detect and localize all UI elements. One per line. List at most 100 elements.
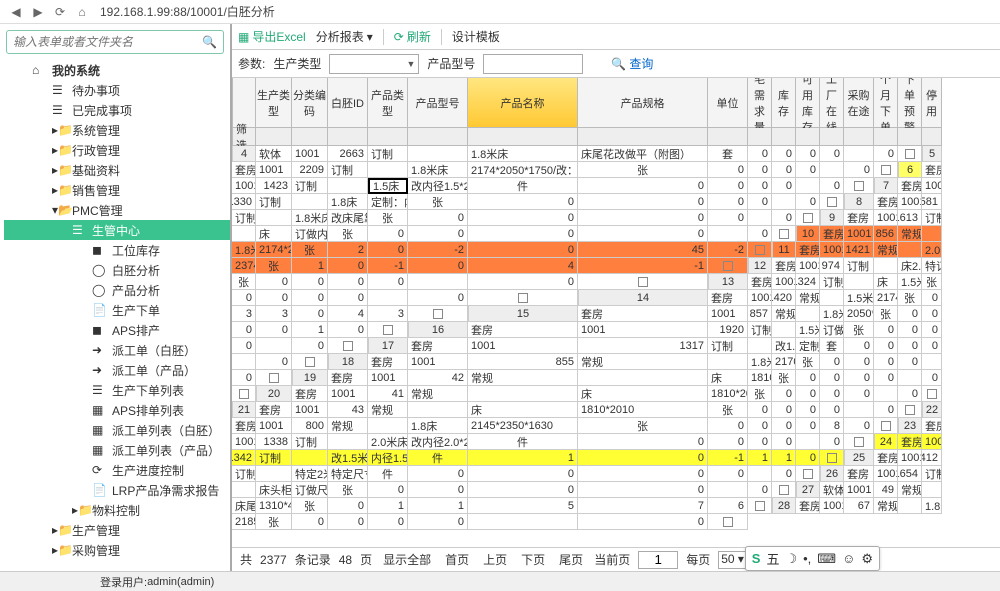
- checkbox[interactable]: [827, 453, 837, 463]
- address-bar[interactable]: 192.168.1.99:88/10001/白胚分析: [96, 3, 992, 20]
- cell-code[interactable]: 1001: [748, 290, 772, 306]
- cell-type[interactable]: 套房: [874, 194, 898, 210]
- row-number[interactable]: 21: [232, 402, 256, 418]
- cell-type[interactable]: 套房: [772, 258, 796, 274]
- cell-ptype[interactable]: 常规: [368, 402, 408, 418]
- cell-value[interactable]: 0: [874, 146, 898, 162]
- cell-value[interactable]: 0: [368, 482, 408, 498]
- filter-cell[interactable]: [820, 128, 844, 146]
- filter-cell[interactable]: [368, 128, 408, 146]
- cell-value[interactable]: 0: [874, 322, 898, 338]
- cell-value[interactable]: 0: [292, 290, 328, 306]
- tree-item[interactable]: 📄LRP产品净需求报告: [4, 480, 230, 500]
- cell-spec[interactable]: 1810*2010: [578, 402, 708, 418]
- cell-value[interactable]: 8: [820, 418, 844, 434]
- cell-checkbox[interactable]: [796, 466, 820, 482]
- cell-value[interactable]: 0: [820, 434, 844, 450]
- cell-checkbox[interactable]: [772, 482, 796, 498]
- row-number[interactable]: 14: [578, 290, 708, 306]
- cell-value[interactable]: 0: [708, 466, 748, 482]
- cell-spec[interactable]: 2174*2050*1750/改：床尾用MZ-50: [468, 162, 578, 178]
- cell-checkbox[interactable]: [328, 338, 368, 354]
- cell-spec[interactable]: 定制尺寸：内径1500*2000/附图: [796, 338, 820, 354]
- filter-cell[interactable]: [748, 128, 772, 146]
- cell-value[interactable]: 0: [292, 274, 328, 290]
- cell-model[interactable]: [898, 498, 922, 514]
- cell-spec[interactable]: 改内径2.0*2.2: [408, 434, 468, 450]
- cell-type[interactable]: 套房: [874, 450, 898, 466]
- cell-value[interactable]: 0: [820, 370, 844, 386]
- cell-id[interactable]: 1324: [796, 274, 820, 290]
- cell-value[interactable]: 0: [796, 162, 820, 178]
- cell-id[interactable]: 41: [368, 386, 408, 402]
- cell-spec[interactable]: 2145*2350*1630: [468, 418, 578, 434]
- cell-model[interactable]: [232, 482, 256, 498]
- cell-value[interactable]: [748, 466, 772, 482]
- nav-fwd-icon[interactable]: ▶: [30, 4, 46, 20]
- cell-ptype[interactable]: 常规: [874, 498, 898, 514]
- cell-value[interactable]: 4: [328, 306, 368, 322]
- cell-value[interactable]: 0: [708, 434, 748, 450]
- design-template-button[interactable]: 设计模板: [452, 28, 500, 45]
- cell-value[interactable]: 0: [578, 434, 708, 450]
- cell-ptype[interactable]: 订制: [232, 466, 256, 482]
- cell-value[interactable]: 0: [772, 386, 796, 402]
- checkbox[interactable]: [827, 197, 837, 207]
- cell-name[interactable]: 改1.5米床: [328, 450, 368, 466]
- cell-spec[interactable]: 改内径1.5*2.0: [408, 178, 468, 194]
- cell-name[interactable]: 床: [708, 370, 748, 386]
- cell-checkbox[interactable]: [820, 450, 844, 466]
- checkbox[interactable]: [905, 149, 915, 159]
- cell-unit[interactable]: 张: [328, 226, 368, 242]
- cell-id[interactable]: 1330: [232, 194, 256, 210]
- cell-ptype[interactable]: 订制: [748, 322, 772, 338]
- checkbox[interactable]: [779, 229, 789, 239]
- cell-unit[interactable]: 张: [922, 274, 942, 290]
- cell-spec[interactable]: 特定尺寸 配2.0*2.0床垫（附图）: [328, 466, 368, 482]
- cell-checkbox[interactable]: [748, 498, 772, 514]
- cell-unit[interactable]: 张: [408, 194, 468, 210]
- cell-unit[interactable]: 套: [708, 146, 748, 162]
- cell-name[interactable]: 1.8床: [408, 418, 468, 434]
- cell-unit[interactable]: 张: [748, 386, 772, 402]
- cell-value[interactable]: 0: [408, 514, 468, 530]
- cell-value[interactable]: 0: [578, 466, 708, 482]
- column-header[interactable]: 可用库存: [796, 78, 820, 128]
- row-number[interactable]: 26: [820, 466, 844, 482]
- cell-value[interactable]: [796, 434, 820, 450]
- checkbox[interactable]: [723, 261, 733, 271]
- cell-unit[interactable]: 张: [292, 242, 328, 258]
- column-header[interactable]: 毛需求量: [748, 78, 772, 128]
- cell-unit[interactable]: 张: [708, 402, 748, 418]
- cell-value[interactable]: 0: [578, 210, 708, 226]
- tree-item[interactable]: ▸📁物料控制: [4, 500, 230, 520]
- cell-id[interactable]: 2412: [922, 450, 942, 466]
- cell-ptype[interactable]: 订制: [292, 434, 328, 450]
- cell-name[interactable]: 床: [874, 274, 898, 290]
- cell-spec[interactable]: 特订内径2.0*2.2米（附图）: [922, 258, 942, 274]
- checkbox[interactable]: [343, 341, 353, 351]
- cell-model[interactable]: [232, 226, 256, 242]
- cell-value[interactable]: 0: [578, 178, 708, 194]
- cell-value[interactable]: [874, 386, 898, 402]
- cell-id[interactable]: 42: [408, 370, 468, 386]
- cell-ptype[interactable]: 订制: [256, 194, 292, 210]
- cell-value[interactable]: 0: [708, 194, 748, 210]
- cell-type[interactable]: 套房: [796, 498, 820, 514]
- cell-value[interactable]: [256, 338, 292, 354]
- cell-value[interactable]: 0: [796, 194, 820, 210]
- cell-value[interactable]: 0: [772, 466, 796, 482]
- cell-code[interactable]: 1001: [796, 258, 820, 274]
- filter-cell[interactable]: [796, 128, 820, 146]
- row-number[interactable]: 27: [796, 482, 820, 498]
- row-number[interactable]: 10: [796, 226, 820, 242]
- cell-value[interactable]: 1: [292, 322, 328, 338]
- cell-model[interactable]: [368, 162, 408, 178]
- cell-unit[interactable]: 张: [232, 274, 256, 290]
- cell-value[interactable]: 0: [408, 258, 468, 274]
- cell-value[interactable]: 0: [368, 514, 408, 530]
- cell-ptype[interactable]: 订制: [922, 466, 942, 482]
- cell-value[interactable]: 4: [468, 258, 578, 274]
- cell-value[interactable]: 45: [578, 242, 708, 258]
- cell-model[interactable]: [874, 258, 898, 274]
